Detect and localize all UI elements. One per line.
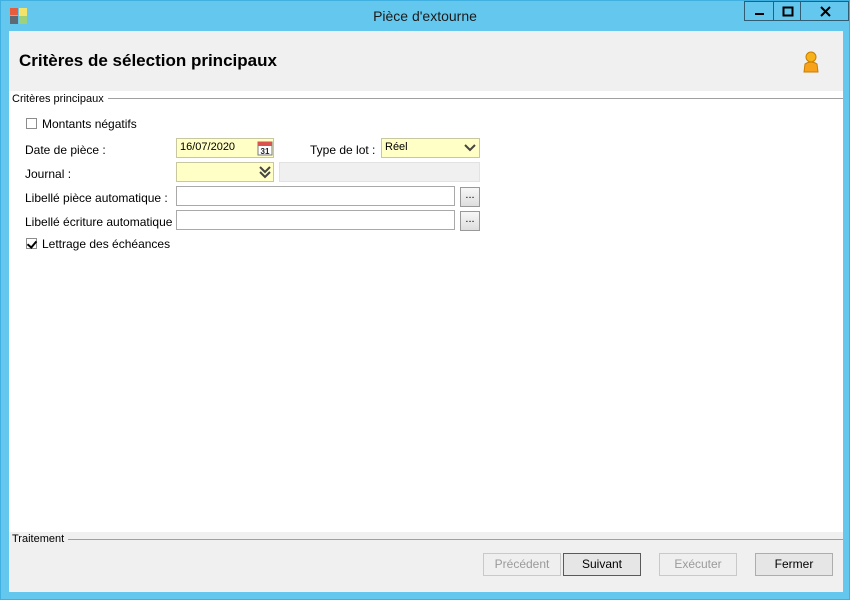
header-band: Critères de sélection principaux [9,31,843,91]
libelle-piece-browse-button[interactable]: ... [460,187,480,207]
maximize-icon [782,6,794,17]
main-window: Pièce d'extourne Critères de sélection p… [0,0,850,600]
title-bar[interactable]: Pièce d'extourne [1,1,849,31]
double-chevron-down-icon [259,166,271,179]
libelle-ecriture-browse-button[interactable]: ... [460,211,480,231]
next-button[interactable]: Suivant [563,553,641,576]
close-window-button[interactable] [800,1,849,21]
montants-negatifs-label: Montants négatifs [42,117,137,131]
previous-button[interactable]: Précédent [483,553,561,576]
group-divider [103,98,843,99]
group-label-traitement: Traitement [12,533,69,545]
chevron-down-icon [464,144,476,152]
journal-label: Journal : [25,167,72,181]
dialog-content: Critères de sélection principaux Critère… [9,31,843,592]
calendar-icon: 31 [257,141,273,156]
date-piece-label: Date de pièce : [25,143,106,157]
close-button[interactable]: Fermer [755,553,833,576]
libelle-piece-input[interactable] [176,186,455,206]
execute-button[interactable]: Exécuter [659,553,737,576]
type-lot-label: Type de lot : [310,143,376,157]
page-title: Critères de sélection principaux [19,51,277,70]
close-icon [820,6,831,17]
window-title: Pièce d'extourne [373,8,477,24]
lettrage-checkbox[interactable] [26,238,37,249]
group-label-main: Critères principaux [12,93,108,105]
minimize-button[interactable] [744,1,774,21]
svg-text:31: 31 [261,147,270,156]
type-lot-dropdown-button[interactable] [462,140,478,156]
maximize-button[interactable] [773,1,801,21]
lettrage-label: Lettrage des échéances [42,237,171,251]
libelle-ecriture-label: Libellé écriture automatique : [25,215,180,229]
user-icon [801,51,821,76]
journal-dropdown-button[interactable] [257,164,273,180]
journal-description [279,162,480,182]
calendar-button[interactable]: 31 [257,140,273,156]
montants-negatifs-checkbox[interactable] [26,118,37,129]
minimize-icon [755,13,764,15]
libelle-ecriture-input[interactable] [176,210,455,230]
footer-divider [65,539,843,540]
libelle-piece-label: Libellé pièce automatique : [25,191,168,205]
